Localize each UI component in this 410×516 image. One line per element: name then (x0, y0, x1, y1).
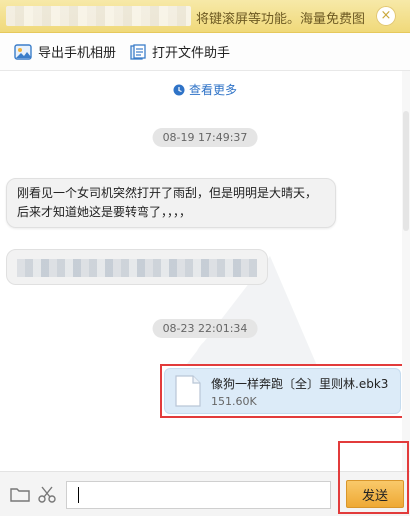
timestamp-2: 08-23 22:01:34 (152, 319, 258, 338)
view-more-link[interactable]: 查看更多 (0, 81, 410, 98)
toolbar: 导出手机相册 打开文件助手 (0, 33, 410, 71)
scissors-icon[interactable] (38, 486, 56, 504)
message-bubble-left[interactable]: 刚看见一个女司机突然打开了雨刮，但是明明是大晴天，后来才知道她这是要转弯了，，，… (6, 178, 336, 228)
file-name: 像狗一样奔跑〔全〕里则林.ebk3 (211, 376, 389, 391)
export-phone-album-button[interactable]: 导出手机相册 (14, 42, 116, 61)
export-phone-album-label: 导出手机相册 (38, 46, 117, 61)
photo-icon (14, 43, 32, 60)
open-file-helper-button[interactable]: 打开文件助手 (130, 42, 230, 61)
open-file-helper-label: 打开文件助手 (152, 46, 231, 61)
message-text: 刚看见一个女司机突然打开了雨刮，但是明明是大晴天，后来才知道她这是要转弯了，，，… (17, 186, 318, 219)
file-message-card[interactable]: 像狗一样奔跑〔全〕里则林.ebk3 151.60K (160, 364, 405, 418)
blurred-banner-content (6, 6, 191, 26)
message-input[interactable] (66, 481, 331, 509)
chat-area[interactable]: 查看更多 08-19 17:49:37 刚看见一个女司机突然打开了雨刮，但是明明… (0, 71, 410, 471)
scrollbar-thumb[interactable] (403, 111, 409, 231)
banner-close-icon[interactable]: × (376, 6, 396, 26)
file-helper-icon (130, 43, 146, 60)
clock-icon (173, 84, 185, 95)
folder-icon[interactable] (10, 486, 30, 502)
blurred-message-content (17, 259, 257, 277)
chat-scrollbar[interactable] (402, 71, 410, 471)
document-file-icon (175, 375, 201, 407)
blurred-message-bubble (6, 249, 268, 285)
view-more-label: 查看更多 (188, 83, 237, 97)
banner-text: 将键滚屏等功能。海量免费图 (196, 12, 366, 27)
top-banner: 将键滚屏等功能。海量免费图 × (0, 0, 410, 33)
timestamp-1: 08-19 17:49:37 (152, 128, 258, 147)
file-message-inner: 像狗一样奔跑〔全〕里则林.ebk3 151.60K (164, 368, 401, 414)
file-info: 像狗一样奔跑〔全〕里则林.ebk3 151.60K (211, 375, 388, 408)
file-size: 151.60K (211, 394, 257, 408)
text-caret (78, 487, 79, 503)
send-button[interactable]: 发送 (346, 480, 404, 508)
